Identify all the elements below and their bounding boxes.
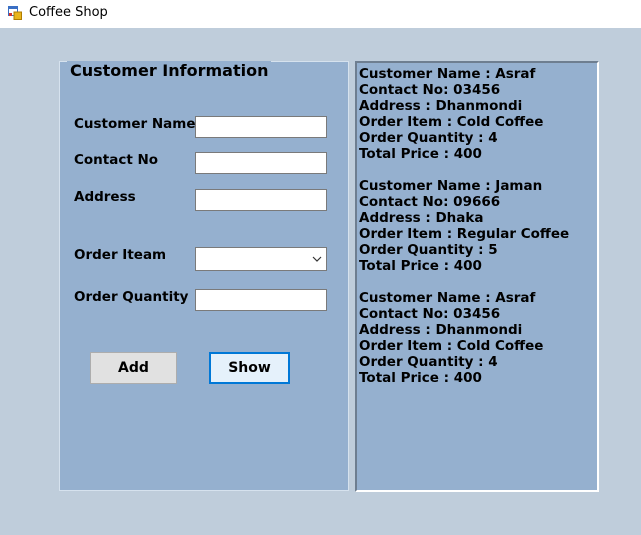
record-order-quantity: Order Quantity : 5 xyxy=(359,242,498,258)
record-address: Address : Dhanmondi xyxy=(359,98,523,114)
add-button[interactable]: Add xyxy=(90,352,177,384)
record-address: Address : Dhaka xyxy=(359,210,484,226)
window-title: Coffee Shop xyxy=(29,5,108,20)
order-record: Customer Name : Jaman Contact No: 09666 … xyxy=(359,178,597,274)
record-total-price: Total Price : 400 xyxy=(359,146,482,162)
address-label: Address xyxy=(74,189,136,205)
order-record: Customer Name : Asraf Contact No: 03456 … xyxy=(359,66,597,162)
contact-no-label: Contact No xyxy=(74,152,159,168)
title-bar: Coffee Shop xyxy=(0,0,641,28)
order-item-select[interactable] xyxy=(195,247,327,271)
order-quantity-label: Order Quantity xyxy=(74,289,189,305)
record-order-item: Order Item : Cold Coffee xyxy=(359,338,544,354)
address-input[interactable] xyxy=(195,189,327,211)
record-customer-name: Customer Name : Jaman xyxy=(359,178,543,194)
record-order-quantity: Order Quantity : 4 xyxy=(359,354,498,370)
record-customer-name: Customer Name : Asraf xyxy=(359,290,536,306)
record-total-price: Total Price : 400 xyxy=(359,370,482,386)
order-item-label: Order Iteam xyxy=(74,247,167,263)
customer-name-input[interactable] xyxy=(195,116,327,138)
group-title: Customer Information xyxy=(67,61,272,80)
contact-no-input[interactable] xyxy=(195,152,327,174)
order-record: Customer Name : Asraf Contact No: 03456 … xyxy=(359,290,597,386)
record-address: Address : Dhanmondi xyxy=(359,322,523,338)
app-window-icon xyxy=(8,6,22,20)
record-order-quantity: Order Quantity : 4 xyxy=(359,130,498,146)
chevron-down-icon[interactable] xyxy=(312,256,322,262)
customer-name-label: Customer Name xyxy=(74,116,196,132)
record-order-item: Order Item : Regular Coffee xyxy=(359,226,570,242)
order-output-list[interactable]: Customer Name : Asraf Contact No: 03456 … xyxy=(355,61,599,492)
record-order-item: Order Item : Cold Coffee xyxy=(359,114,544,130)
record-contact-no: Contact No: 03456 xyxy=(359,82,501,98)
record-contact-no: Contact No: 09666 xyxy=(359,194,501,210)
record-total-price: Total Price : 400 xyxy=(359,258,482,274)
order-quantity-input[interactable] xyxy=(195,289,327,311)
show-button[interactable]: Show xyxy=(209,352,290,384)
record-customer-name: Customer Name : Asraf xyxy=(359,66,536,82)
record-contact-no: Contact No: 03456 xyxy=(359,306,501,322)
